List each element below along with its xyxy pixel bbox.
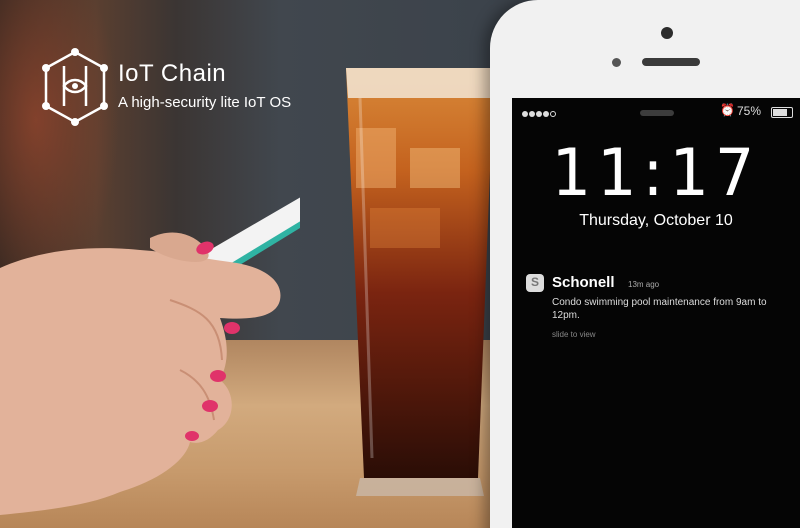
phone-top-bezel — [490, 0, 800, 100]
alarm-icon: ⏰ — [720, 103, 735, 117]
notification-app-name: Schonell — [552, 274, 615, 291]
front-camera — [661, 27, 673, 39]
brand-name: IoT Chain — [118, 60, 227, 87]
notification-pull-handle[interactable] — [640, 110, 674, 116]
lock-time: 11:17 — [551, 134, 761, 211]
schonell-app-icon — [526, 274, 544, 292]
notification-message: Condo swimming pool maintenance from 9am… — [552, 297, 767, 321]
brand-tagline: A high-security lite IoT OS — [118, 94, 292, 111]
hexagon-logo-icon — [42, 48, 108, 126]
earpiece-speaker — [642, 58, 700, 66]
battery-percentage: 75% — [737, 104, 762, 118]
notification-time-ago: 13m ago — [628, 280, 660, 289]
slide-to-view-hint[interactable]: slide to view — [552, 330, 596, 339]
status-bar: ⏰ 75% — [512, 102, 800, 120]
photo-scene: IoT Chain A high-security lite IoT OS ⏰ … — [0, 0, 800, 528]
iot-chain-logo: IoT Chain A high-security lite IoT OS — [40, 48, 370, 128]
battery-icon — [771, 107, 793, 118]
signal-dots-icon — [522, 106, 557, 120]
lock-date: Thursday, October 10 — [579, 212, 733, 229]
lock-screen: ⏰ 75% 11:17 Thursday, October 10 Schonel… — [512, 98, 800, 528]
proximity-sensor — [612, 58, 621, 67]
